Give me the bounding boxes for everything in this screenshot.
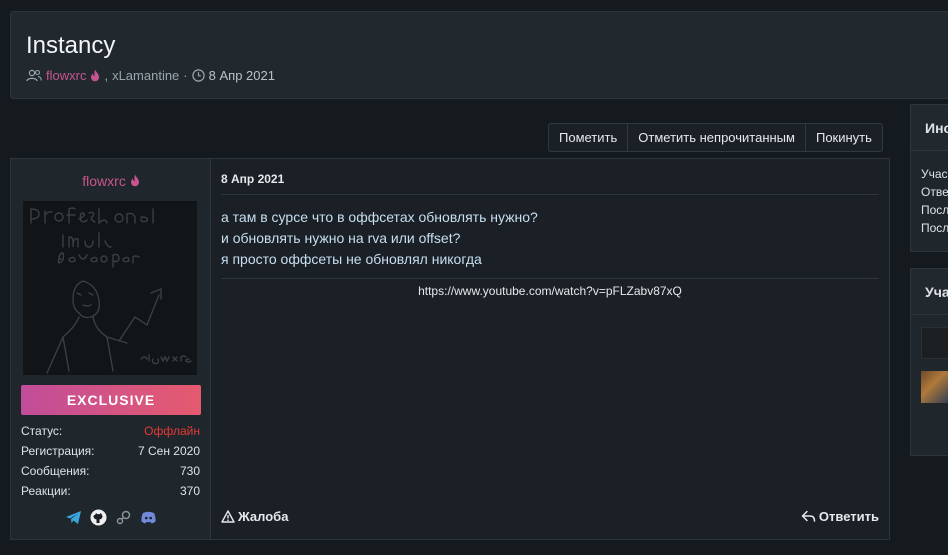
warning-icon (221, 510, 235, 523)
thread-meta: flowxrc , xLamantine · 8 Апр 2021 (26, 68, 275, 83)
signature-divider (221, 278, 879, 279)
thread-participant-link[interactable]: xLamantine (112, 68, 179, 83)
stat-value: 730 (179, 464, 200, 478)
post-username-text: flowxrc (82, 173, 126, 189)
stat-value: 370 (179, 484, 200, 498)
reply-label: Ответить (818, 509, 879, 524)
block-heading: Уча (911, 269, 948, 315)
github-icon[interactable] (90, 509, 107, 526)
participant-avatar[interactable] (921, 327, 948, 359)
thread-title: Instancy (26, 32, 116, 59)
avatar[interactable] (23, 201, 197, 375)
users-icon (26, 69, 42, 82)
stat-label: Статус: (21, 424, 63, 438)
stat-status: Статус: Оффлайн (21, 421, 200, 441)
post-username[interactable]: flowxrc (11, 173, 211, 189)
report-button[interactable]: Жалоба (221, 509, 288, 524)
stat-messages: Сообщения: 730 (21, 461, 200, 481)
message-line: а там в сурсе что в оффсетах обновлять н… (221, 209, 538, 225)
participant-avatar[interactable] (921, 371, 948, 403)
message-line: и обновлять нужно на rva или offset? (221, 230, 461, 246)
stat-label: Реакции: (21, 484, 71, 498)
flame-icon (90, 69, 100, 82)
message-line: я просто оффсеты не обновлял никогда (221, 251, 482, 267)
stat-label: Сообщения: (21, 464, 90, 478)
discord-icon[interactable] (140, 509, 157, 526)
thread-author-link[interactable]: flowxrc (46, 68, 86, 83)
message-body: а там в сурсе что в оффсетах обновлять н… (221, 207, 538, 270)
user-stats: Статус: Оффлайн Регистрация: 7 Сен 2020 … (21, 421, 200, 501)
steam-icon[interactable] (115, 509, 132, 526)
thread-actions: Пометить Отметить непрочитанным Покинуть (548, 123, 883, 152)
thread-info-block: Инс Учас Отве Посл Посл (910, 104, 948, 252)
telegram-icon[interactable] (65, 509, 82, 526)
social-links (65, 509, 157, 526)
stat-label: Регистрация: (21, 444, 95, 458)
thread-header: Instancy flowxrc , xLamantine · 8 Апр 20… (10, 11, 948, 99)
user-sidebar: flowxrc EXCLUSIVE Статус: Оффлайн Регист… (11, 159, 211, 539)
stat-reactions: Реакции: 370 (21, 481, 200, 501)
participants-block: Уча (910, 268, 948, 456)
divider (221, 194, 879, 195)
leave-button[interactable]: Покинуть (806, 124, 882, 151)
meta-separator: · (183, 68, 188, 83)
stat-value: Оффлайн (144, 424, 200, 438)
reply-button[interactable]: Ответить (801, 509, 879, 524)
stat-value: 7 Сен 2020 (137, 444, 200, 458)
reply-icon (801, 510, 816, 523)
block-heading: Инс (911, 105, 948, 151)
signature-link[interactable]: https://www.youtube.com/watch?v=pFLZabv8… (221, 284, 879, 298)
mark-unread-button[interactable]: Отметить непрочитанным (628, 124, 806, 151)
clock-icon (191, 69, 205, 82)
message-post: flowxrc EXCLUSIVE Статус: Оффлайн Регист… (10, 158, 890, 540)
flame-icon (130, 174, 140, 187)
info-row: Посл (921, 203, 948, 217)
info-row: Учас (921, 167, 948, 181)
info-row: Отве (921, 185, 948, 199)
post-date[interactable]: 8 Апр 2021 (221, 172, 284, 186)
comma: , (104, 68, 109, 83)
info-row: Посл (921, 221, 948, 235)
thread-date[interactable]: 8 Апр 2021 (209, 68, 275, 83)
stat-registration: Регистрация: 7 Сен 2020 (21, 441, 200, 461)
report-label: Жалоба (238, 509, 289, 524)
exclusive-badge: EXCLUSIVE (21, 385, 201, 415)
watch-button[interactable]: Пометить (549, 124, 629, 151)
message-content: 8 Апр 2021 а там в сурсе что в оффсетах … (221, 159, 889, 539)
thread-info-list: Учас Отве Посл Посл (911, 151, 948, 237)
